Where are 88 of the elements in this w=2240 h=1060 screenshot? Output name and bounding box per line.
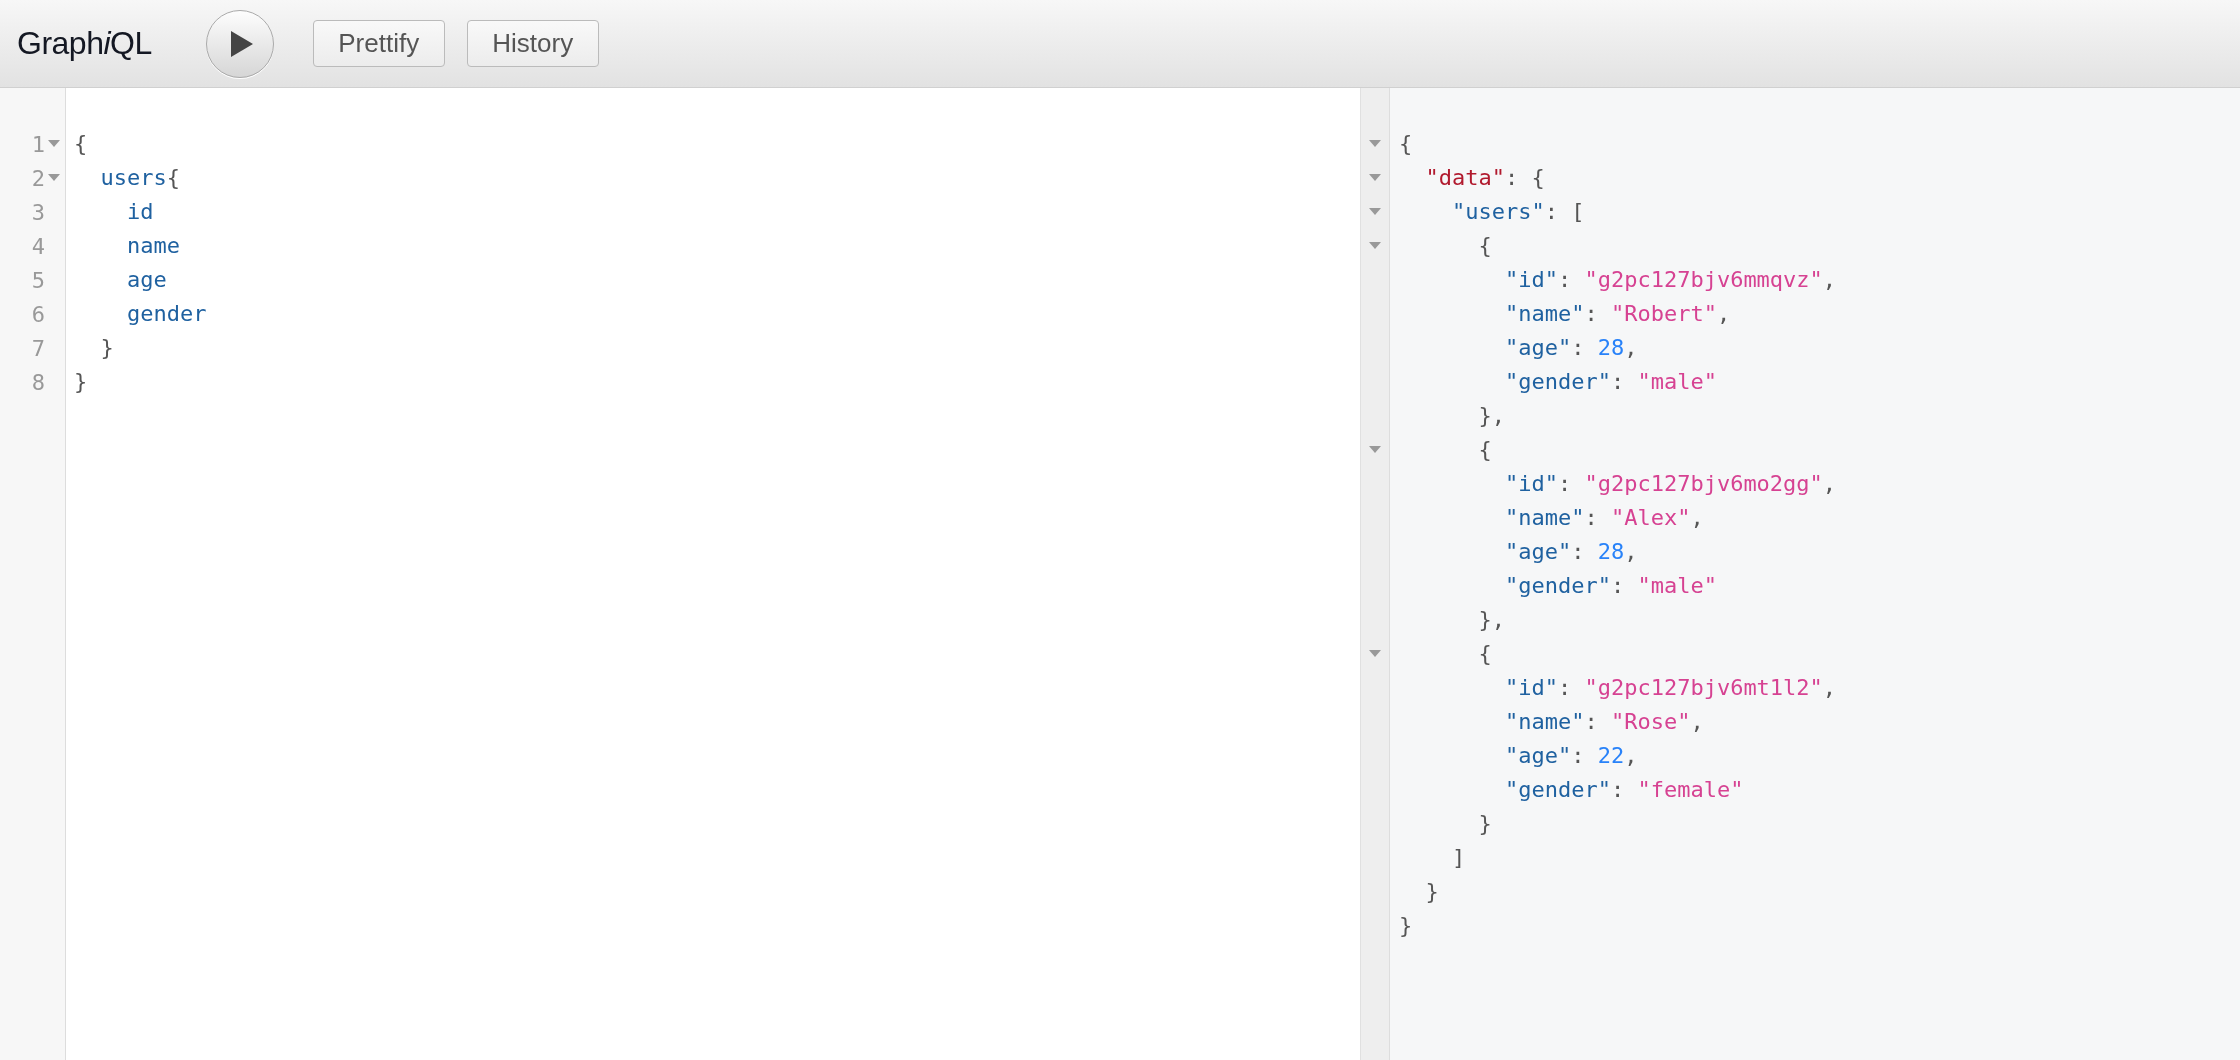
- json-string: "male": [1637, 573, 1717, 598]
- code-punctuation: ,: [1624, 743, 1638, 768]
- code-punctuation: {: [1478, 233, 1492, 258]
- query-field: id: [126, 199, 154, 224]
- line-number: 8: [31, 369, 45, 395]
- query-field: age: [126, 267, 167, 292]
- code-punctuation: :: [1557, 267, 1573, 292]
- json-key: "id": [1504, 471, 1558, 496]
- json-number: 22: [1597, 743, 1625, 768]
- code-punctuation: : [: [1544, 199, 1585, 224]
- code-punctuation: :: [1571, 539, 1586, 564]
- code-punctuation: ]: [1451, 845, 1466, 870]
- code-punctuation: :: [1571, 743, 1586, 768]
- json-key: "id": [1504, 675, 1558, 700]
- code-punctuation: :: [1557, 471, 1573, 496]
- json-string: "g2pc127bjv6mt1l2": [1584, 675, 1823, 700]
- code-punctuation: }: [1478, 811, 1492, 836]
- code-punctuation: {: [1478, 437, 1492, 462]
- code-punctuation: :: [1584, 505, 1599, 530]
- line-number: 4: [31, 233, 45, 259]
- json-string: "Alex": [1610, 505, 1691, 530]
- code-punctuation: ,: [1690, 505, 1704, 530]
- fold-arrow-icon[interactable]: [1369, 650, 1381, 658]
- fold-arrow-icon[interactable]: [48, 174, 60, 182]
- code-punctuation: ,: [1716, 301, 1731, 326]
- code-punctuation: }: [100, 335, 114, 360]
- query-field: users: [100, 165, 167, 190]
- json-string: "g2pc127bjv6mo2gg": [1584, 471, 1823, 496]
- code-punctuation: ,: [1624, 335, 1638, 360]
- line-number: 7: [31, 335, 45, 361]
- json-key: "gender": [1504, 369, 1611, 394]
- json-string: "female": [1637, 777, 1744, 802]
- line-number: 5: [31, 267, 45, 293]
- code-punctuation: ,: [1690, 709, 1704, 734]
- toolbar-button[interactable]: History: [466, 20, 599, 67]
- json-string: "Robert": [1610, 301, 1717, 326]
- fold-arrow-icon[interactable]: [1369, 242, 1381, 250]
- code-punctuation: },: [1478, 607, 1505, 632]
- json-string: "g2pc127bjv6mmqvz": [1584, 267, 1823, 292]
- fold-arrow-icon[interactable]: [1369, 140, 1381, 148]
- json-key: "name": [1504, 301, 1585, 326]
- fold-arrow-icon[interactable]: [1369, 208, 1381, 216]
- fold-arrow-icon[interactable]: [48, 140, 60, 148]
- code-punctuation: {: [74, 131, 88, 156]
- json-key: "age": [1504, 743, 1572, 768]
- code-punctuation: {: [1478, 641, 1492, 666]
- code-punctuation: },: [1478, 403, 1505, 428]
- code-punctuation: ,: [1822, 267, 1837, 292]
- code-punctuation: {: [1399, 131, 1413, 156]
- code-punctuation: :: [1610, 573, 1626, 598]
- play-icon: [231, 30, 254, 57]
- line-number: 2: [31, 165, 45, 191]
- code-punctuation: ,: [1822, 675, 1837, 700]
- fold-arrow-icon[interactable]: [1369, 446, 1381, 454]
- app-title: GraphiQL: [17, 25, 152, 62]
- line-number: 6: [31, 301, 45, 327]
- code-punctuation: :: [1610, 777, 1626, 802]
- line-number: 1: [31, 131, 45, 157]
- json-key: "name": [1504, 709, 1585, 734]
- query-field: name: [126, 233, 180, 258]
- code-punctuation: ,: [1624, 539, 1638, 564]
- code-punctuation: :: [1571, 335, 1586, 360]
- code-punctuation: }: [1399, 913, 1413, 938]
- line-number: 3: [31, 199, 45, 225]
- json-key: "gender": [1504, 573, 1611, 598]
- code-punctuation: : {: [1504, 165, 1545, 190]
- json-key: "id": [1504, 267, 1558, 292]
- code-punctuation: }: [74, 369, 88, 394]
- json-key: "data": [1425, 165, 1505, 190]
- json-key: "age": [1504, 539, 1572, 564]
- code-punctuation: ,: [1822, 471, 1837, 496]
- code-punctuation: {: [166, 165, 180, 190]
- code-punctuation: :: [1584, 709, 1599, 734]
- json-number: 28: [1597, 539, 1625, 564]
- code-punctuation: }: [1425, 879, 1439, 904]
- toolbar-button[interactable]: Prettify: [312, 20, 445, 67]
- json-key: "users": [1451, 199, 1545, 224]
- json-key: "name": [1504, 505, 1585, 530]
- json-key: "age": [1504, 335, 1572, 360]
- code-punctuation: :: [1584, 301, 1599, 326]
- code-punctuation: :: [1610, 369, 1626, 394]
- code-punctuation: :: [1557, 675, 1573, 700]
- fold-arrow-icon[interactable]: [1369, 174, 1381, 182]
- json-string: "Rose": [1610, 709, 1691, 734]
- json-string: "male": [1637, 369, 1717, 394]
- json-number: 28: [1597, 335, 1625, 360]
- query-field: gender: [126, 301, 207, 326]
- json-key: "gender": [1504, 777, 1611, 802]
